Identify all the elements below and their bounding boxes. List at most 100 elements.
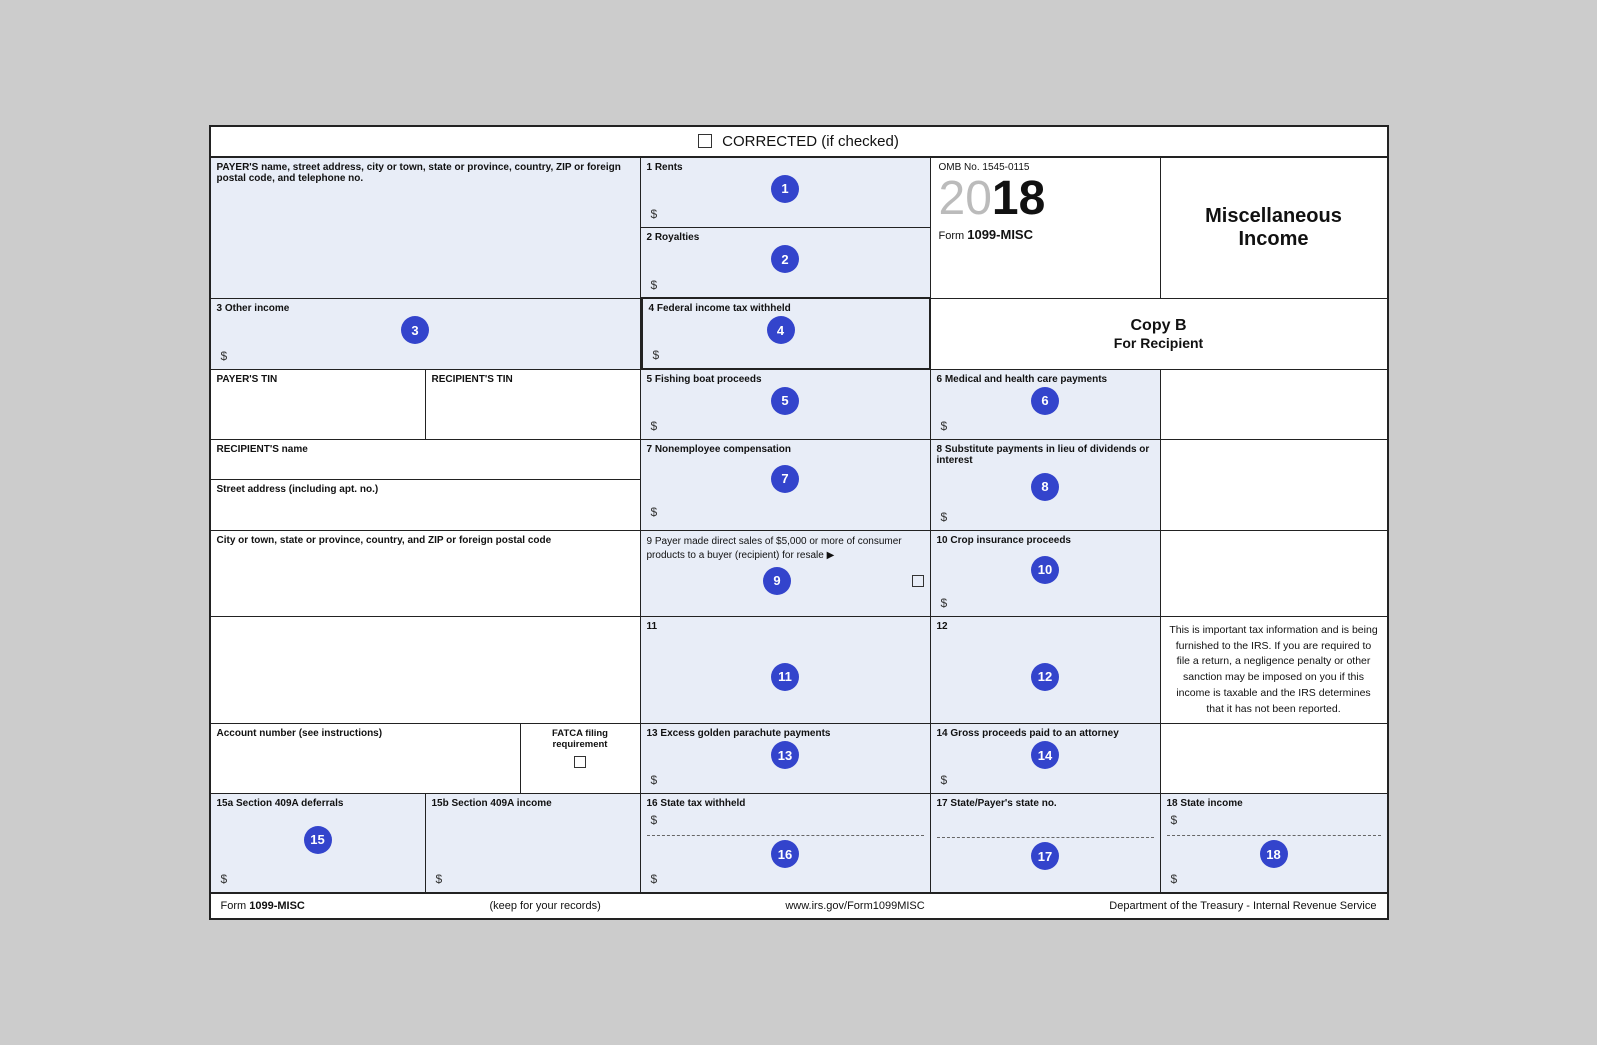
title-text: Miscellaneous Income [1205, 205, 1342, 251]
f4-label: 4 Federal income tax withheld [649, 303, 923, 314]
row1: PAYER'S name, street address, city or to… [211, 158, 1387, 299]
royalties-box: 2 Royalties 2 $ [641, 228, 930, 298]
footer-row: Form 1099-MISC (keep for your records) w… [211, 893, 1387, 918]
s15b-cell: 15b Section 409A income $ [426, 794, 641, 892]
footer-form-number: 1099-MISC [249, 900, 305, 912]
row6: City or town, state or province, country… [211, 531, 1387, 617]
f15a-label: 15a Section 409A deferrals [217, 798, 419, 809]
side-note-full-text: This is important tax information and is… [1169, 624, 1377, 715]
recipient-tin-label: RECIPIENT'S TIN [432, 374, 634, 385]
f8-dollar: $ [937, 508, 1154, 526]
payer-name-label: PAYER'S name, street address, city or to… [217, 162, 634, 184]
federal-tax-cell: 4 Federal income tax withheld 4 $ [641, 297, 931, 370]
nonemployee-col: 7 Nonemployee compensation 7 $ [641, 440, 931, 530]
copy-b-title: Copy B [1131, 317, 1187, 335]
f10-dollar: $ [937, 594, 1154, 612]
field11-cell: 11 11 [641, 617, 931, 724]
side-note-full: This is important tax information and is… [1161, 617, 1387, 724]
f8-label: 8 Substitute payments in lieu of dividen… [937, 444, 1154, 466]
f18-label: 18 State income [1167, 798, 1381, 809]
s15a-cell: 15a Section 409A deferrals 15 $ [211, 794, 426, 892]
rents-royalties-col: 1 Rents 1 $ 2 Royalties 2 $ [641, 158, 931, 298]
f2-label: 2 Royalties [647, 232, 924, 243]
row9: 15a Section 409A deferrals 15 $ 15b Sect… [211, 794, 1387, 893]
f16-label: 16 State tax withheld [647, 798, 924, 809]
row4-5: RECIPIENT'S name Street address (includi… [211, 440, 1387, 531]
fatca-label: FATCA filing requirement [527, 728, 634, 750]
copy-b-cell: Copy B For Recipient [931, 299, 1387, 369]
fatca-checkbox[interactable] [574, 756, 586, 768]
badge-7: 7 [771, 465, 799, 493]
omb-year-col: OMB No. 1545-0115 2018 Form 1099-MISC [931, 158, 1161, 298]
f14-dollar: $ [937, 771, 1154, 789]
f2-dollar: $ [647, 276, 924, 294]
substitute-inner: 8 Substitute payments in lieu of dividen… [931, 440, 1160, 530]
f14-label: 14 Gross proceeds paid to an attorney [937, 728, 1154, 739]
badge-14: 14 [1031, 741, 1059, 769]
badge-5: 5 [771, 387, 799, 415]
f6-label: 6 Medical and health care payments [937, 374, 1154, 385]
f17-label: 17 State/Payer's state no. [937, 798, 1154, 809]
blank-left [211, 617, 641, 724]
badge-16: 16 [771, 840, 799, 868]
street-label: Street address (including apt. no.) [217, 484, 634, 495]
state-income-cell: 18 State income $ 18 $ [1161, 794, 1387, 892]
row7: 11 11 12 12 This is important tax inform… [211, 617, 1387, 725]
f9-label: 9 Payer made direct sales of $5,000 or m… [647, 535, 924, 563]
medical-cell: 6 Medical and health care payments 6 $ [931, 370, 1161, 439]
field12-cell: 12 12 [931, 617, 1161, 724]
year-display: 2018 [939, 175, 1152, 223]
header-row: CORRECTED (if checked) [211, 127, 1387, 158]
gross-cell: 14 Gross proceeds paid to an attorney 14… [931, 724, 1161, 793]
recipient-info-col: RECIPIENT'S name Street address (includi… [211, 440, 641, 530]
badge-8: 8 [1031, 473, 1059, 501]
f15b-dollar: $ [432, 870, 634, 888]
row2: 3 Other income 3 $ 4 Federal income tax … [211, 299, 1387, 370]
corrected-label: CORRECTED (if checked) [722, 133, 899, 150]
badge-6: 6 [1031, 387, 1059, 415]
street-cell: Street address (including apt. no.) [211, 480, 640, 530]
f10-label: 10 Crop insurance proceeds [937, 535, 1154, 546]
fishing-cell: 5 Fishing boat proceeds 5 $ [641, 370, 931, 439]
title-col: Miscellaneous Income [1161, 158, 1387, 298]
f16-dollar1: $ [647, 811, 924, 829]
f4-dollar: $ [649, 346, 923, 364]
badge-15: 15 [304, 826, 332, 854]
account-cell: Account number (see instructions) [211, 724, 521, 793]
footer-website: www.irs.gov/Form1099MISC [785, 900, 924, 912]
city-label: City or town, state or province, country… [217, 535, 634, 546]
badge-9: 9 [763, 567, 791, 595]
nonemployee-top: 7 Nonemployee compensation 7 $ [641, 440, 930, 525]
row3: PAYER'S TIN RECIPIENT'S TIN 5 Fishing bo… [211, 370, 1387, 440]
payer-tin-cell: PAYER'S TIN [211, 370, 426, 439]
footer-keep: (keep for your records) [489, 900, 600, 912]
main-grid: PAYER'S name, street address, city or to… [211, 158, 1387, 919]
f1-dollar: $ [647, 205, 924, 223]
badge-1: 1 [771, 175, 799, 203]
year-prefix: 20 [939, 172, 992, 225]
corrected-checkbox[interactable] [698, 134, 712, 148]
badge-11: 11 [771, 663, 799, 691]
rents-box: 1 Rents 1 $ [641, 158, 930, 228]
f12-label: 12 [937, 621, 1154, 632]
state-no-cell: 17 State/Payer's state no. 17 [931, 794, 1161, 892]
payer-direct-cell: 9 Payer made direct sales of $5,000 or m… [641, 531, 931, 616]
recipient-tin-cell: RECIPIENT'S TIN [426, 370, 641, 439]
badge-17: 17 [1031, 842, 1059, 870]
state-tax-cell: 16 State tax withheld $ 16 $ [641, 794, 931, 892]
payer-tin-label: PAYER'S TIN [217, 374, 419, 385]
f9-checkbox[interactable] [912, 575, 924, 587]
golden-cell: 13 Excess golden parachute payments 13 $ [641, 724, 931, 793]
f5-label: 5 Fishing boat proceeds [647, 374, 924, 385]
payer-name-cell: PAYER'S name, street address, city or to… [211, 158, 641, 298]
row8: Account number (see instructions) FATCA … [211, 724, 1387, 794]
f16-dollar2: $ [647, 870, 924, 888]
badge-13: 13 [771, 741, 799, 769]
form-1099-misc: CORRECTED (if checked) PAYER'S name, str… [209, 125, 1389, 921]
f11-label: 11 [647, 621, 924, 632]
footer-dept: Department of the Treasury - Internal Re… [1109, 900, 1376, 912]
f3-dollar: $ [217, 347, 634, 365]
badge-3: 3 [401, 316, 429, 344]
f7-dollar: $ [647, 503, 924, 521]
form-number: 1099-MISC [967, 227, 1033, 242]
